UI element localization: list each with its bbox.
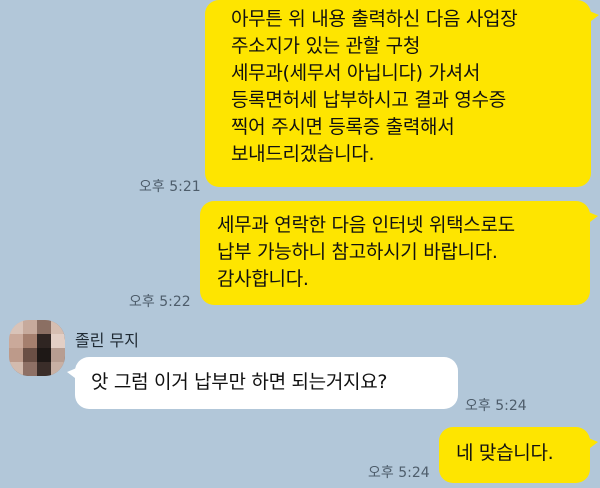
message-timestamp: 오후 5:24 xyxy=(368,465,430,481)
message-bubble-outgoing[interactable]: 네 맞습니다. xyxy=(439,427,598,483)
sender-name: 졸린 무지 xyxy=(75,331,139,350)
message-timestamp: 오후 5:21 xyxy=(139,179,201,195)
message-bubble-outgoing[interactable]: 세무과 연락한 다음 인터넷 위택스로도 납부 가능하니 참고하시기 바랍니다.… xyxy=(200,201,598,305)
message-bubble-outgoing[interactable]: 아무튼 위 내용 출력하신 다음 사업장 주소지가 있는 관할 구청 세무과(세… xyxy=(205,0,599,187)
message-timestamp: 오후 5:24 xyxy=(465,398,527,414)
profile-avatar[interactable] xyxy=(9,320,65,376)
message-bubble-incoming[interactable]: 앗 그럼 이거 납부만 하면 되는거지요? xyxy=(67,357,458,409)
message-timestamp: 오후 5:22 xyxy=(129,294,191,310)
